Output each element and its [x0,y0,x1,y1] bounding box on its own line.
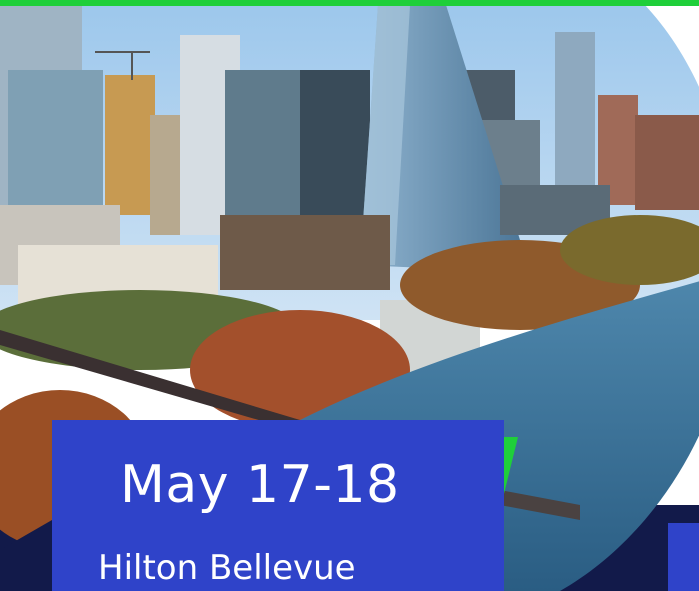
event-date: May 17-18 [120,455,400,515]
promo-banner: May 17-18 Hilton Bellevue [0,0,699,591]
event-venue: Hilton Bellevue [98,548,356,588]
corner-block [668,523,699,591]
